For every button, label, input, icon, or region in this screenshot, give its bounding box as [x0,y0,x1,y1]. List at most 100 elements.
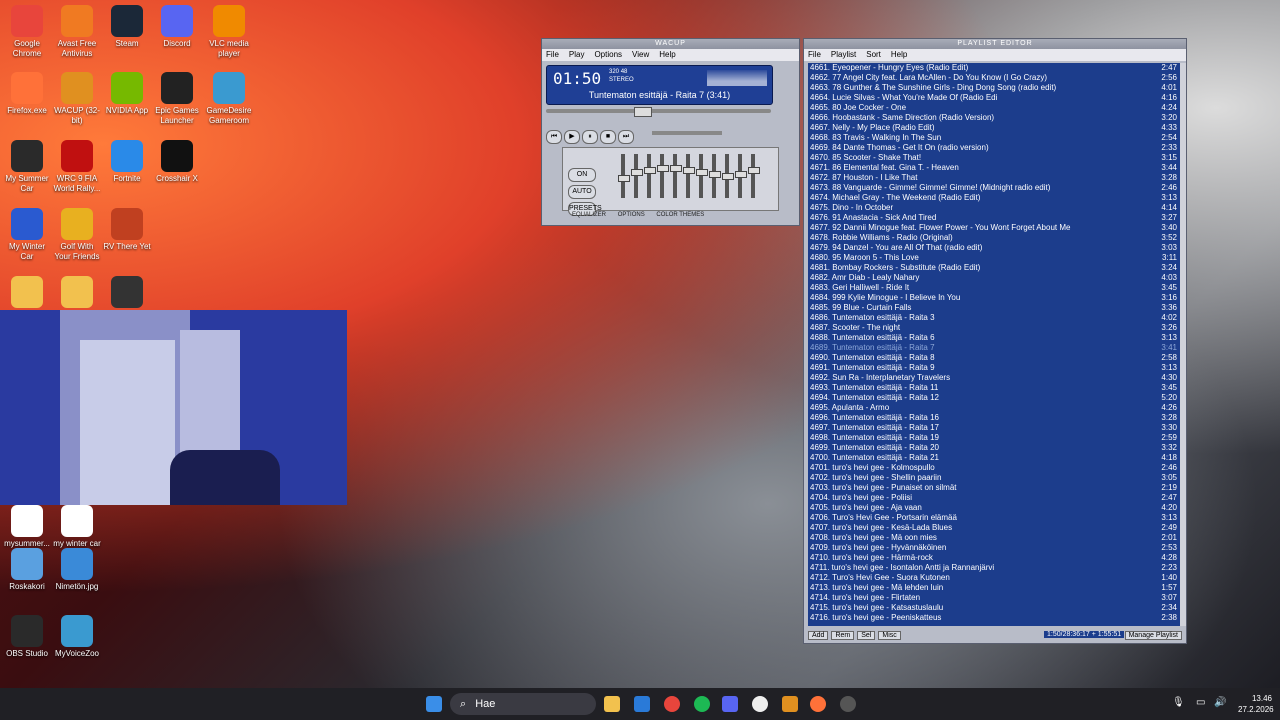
playlist-row[interactable]: 4683. Geri Halliwell - Ride It 3:45 [808,283,1180,293]
eq-slider-knob[interactable] [748,167,760,175]
playlist-row[interactable]: 4673. 88 Vanguarde - Gimme! Gimme! Gimme… [808,183,1180,193]
playlist-row[interactable]: 4694. Tuntematon esittäjä - Raita 12 5:20 [808,393,1180,403]
playlist-row[interactable]: 4682. Amr Diab - Lealy Nahary 4:03 [808,273,1180,283]
eq-slider[interactable] [748,154,760,198]
playlist-row[interactable]: 4664. Lucie Silvas - What You're Made Of… [808,93,1180,103]
playlist-row[interactable]: 4670. 85 Scooter - Shake That! 3:15 [808,153,1180,163]
playlist-row[interactable]: 4698. Tuntematon esittäjä - Raita 19 2:59 [808,433,1180,443]
playlist-row[interactable]: 4688. Tuntematon esittäjä - Raita 6 3:13 [808,333,1180,343]
player-title[interactable]: WACUP [542,39,799,49]
seek-knob[interactable] [634,107,652,117]
playlist-row[interactable]: 4675. Dino - In October 4:14 [808,203,1180,213]
playlist-row[interactable]: 4705. turo's hevi gee - Aja vaan 4:20 [808,503,1180,513]
playlist-row[interactable]: 4699. Tuntematon esittäjä - Raita 20 3:32 [808,443,1180,453]
seek-bar[interactable] [546,107,771,117]
desktop-icon[interactable]: My Summer Car [2,140,52,194]
desktop-icon[interactable]: My Winter Car [2,208,52,262]
playlist-row[interactable]: 4681. Bombay Rockers - Substitute (Radio… [808,263,1180,273]
playlist-row[interactable]: 4693. Tuntematon esittäjä - Raita 11 3:45 [808,383,1180,393]
playlist-row[interactable]: 4714. turo's hevi gee - Flirtaten 3:07 [808,593,1180,603]
desktop-icon[interactable]: Roskakori [2,548,52,592]
eq-slider-knob[interactable] [657,165,669,173]
eq-slider[interactable] [696,154,708,198]
playlist-row[interactable]: 4690. Tuntematon esittäjä - Raita 8 2:58 [808,353,1180,363]
eq-slider-knob[interactable] [644,167,656,175]
eq-auto-button[interactable]: AUTO [568,185,596,199]
playlist-row[interactable]: 4668. 83 Travis - Walking In The Sun 2:54 [808,133,1180,143]
playlist-row[interactable]: 4708. turo's hevi gee - Mä oon mies 2:01 [808,533,1180,543]
crosshair-icon[interactable] [752,696,768,712]
eq-slider[interactable] [657,154,669,198]
eq-slider[interactable] [722,154,734,198]
playlist-row[interactable]: 4679. 94 Danzel - You are All Of That (r… [808,243,1180,253]
menu-item[interactable]: File [546,50,559,59]
playlist-title[interactable]: PLAYLIST EDITOR [804,39,1186,49]
playlist-row[interactable]: 4696. Tuntematon esittäjä - Raita 16 3:28 [808,413,1180,423]
desktop-icon[interactable]: WRC 9 FIA World Rally... [52,140,102,194]
playlist-row[interactable]: 4687. Scooter - The night 3:26 [808,323,1180,333]
eq-slider[interactable] [618,154,630,198]
desktop-icon[interactable] [2,276,52,310]
app-icon[interactable] [840,696,856,712]
tab-color-themes[interactable]: COLOR THEMES [656,212,704,218]
playlist-list[interactable]: 4661. Eyeopener - Hungry Eyes (Radio Edi… [808,63,1180,626]
desktop-icon[interactable]: Avast Free Antivirus [52,5,102,59]
app-icon[interactable] [634,696,650,712]
playlist-row[interactable]: 4704. turo's hevi gee - Poliisi 2:47 [808,493,1180,503]
playlist-row[interactable]: 4678. Robbie Williams - Radio (Original)… [808,233,1180,243]
playlist-row[interactable]: 4676. 91 Anastacia - Sick And Tired 3:27 [808,213,1180,223]
play-button[interactable]: ▶ [564,130,580,144]
desktop-icon[interactable]: VLC media player [204,5,254,59]
menu-item[interactable]: Playlist [831,50,856,59]
playlist-row[interactable]: 4686. Tuntematon esittäjä - Raita 3 4:02 [808,313,1180,323]
desktop-icon[interactable]: Nimetön.jpg [52,548,102,592]
playlist-row[interactable]: 4663. 78 Gunther & The Sunshine Girls - … [808,83,1180,93]
menu-item[interactable]: Play [569,50,585,59]
tab-equalizer[interactable]: EQUALIZER [572,212,606,218]
playlist-row[interactable]: 4667. Nelly - My Place (Radio Edit) 4:33 [808,123,1180,133]
chrome-icon[interactable] [664,696,680,712]
desktop-icon[interactable]: Crosshair X [152,140,202,184]
mic-icon[interactable]: 🎙 [1172,697,1185,708]
desktop-icon[interactable]: GameDesire Gameroom [204,72,254,126]
eq-slider[interactable] [631,154,643,198]
volume-slider[interactable] [652,131,722,135]
playlist-row[interactable]: 4711. turo's hevi gee - Isontalon Antti … [808,563,1180,573]
eq-slider[interactable] [644,154,656,198]
menu-item[interactable]: Help [891,50,907,59]
eq-slider[interactable] [709,154,721,198]
playlist-misc-button[interactable]: Misc [878,631,901,640]
desktop-icon[interactable] [102,276,152,310]
next-button[interactable]: ⏭ [618,130,634,144]
playlist-row[interactable]: 4661. Eyeopener - Hungry Eyes (Radio Edi… [808,63,1180,73]
playlist-row[interactable]: 4671. 86 Elemental feat. Gina T. - Heave… [808,163,1180,173]
eq-slider-knob[interactable] [722,173,734,180]
playlist-row[interactable]: 4701. turo's hevi gee - Kolmospullo 2:46 [808,463,1180,473]
desktop-icon[interactable]: OBS Studio [2,615,52,659]
desktop-icon[interactable]: Google Chrome [2,5,52,59]
stop-button[interactable]: ■ [600,130,616,144]
menu-item[interactable]: Help [659,50,675,59]
eq-slider-knob[interactable] [735,171,747,179]
playlist-row[interactable]: 4695. Apulanta - Armo 4:26 [808,403,1180,413]
playlist-row[interactable]: 4665. 80 Joe Cocker - One 4:24 [808,103,1180,113]
network-icon[interactable]: ▭ [1196,697,1205,708]
playlist-row[interactable]: 4684. 999 Kylie Minogue - I Believe In Y… [808,293,1180,303]
eq-slider-knob[interactable] [683,167,695,175]
desktop-icon[interactable]: Discord [152,5,202,49]
playlist-row[interactable]: 4677. 92 Dannii Minogue feat. Flower Pow… [808,223,1180,233]
playlist-row[interactable]: 4666. Hoobastank - Same Direction (Radio… [808,113,1180,123]
menu-item[interactable]: Options [594,50,622,59]
playlist-row[interactable]: 4692. Sun Ra - Interplanetary Travelers 4… [808,373,1180,383]
playlist-scrollbar[interactable] [1180,63,1186,626]
clock[interactable]: 13.46 27.2.2026 [1238,693,1274,715]
playlist-row[interactable]: 4710. turo's hevi gee - Härmä-rock 4:28 [808,553,1180,563]
playlist-sel-button[interactable]: Sel [857,631,876,640]
playlist-row[interactable]: 4706. Turo's Hevi Gee - Portsarin elämää… [808,513,1180,523]
discord-icon[interactable] [722,696,738,712]
tab-options[interactable]: OPTIONS [618,212,645,218]
playlist-row[interactable]: 4680. 95 Maroon 5 - This Love 3:11 [808,253,1180,263]
eq-slider-knob[interactable] [696,169,708,177]
playlist-row[interactable]: 4674. Michael Gray - The Weekend (Radio … [808,193,1180,203]
desktop-icon[interactable]: Steam [102,5,152,49]
